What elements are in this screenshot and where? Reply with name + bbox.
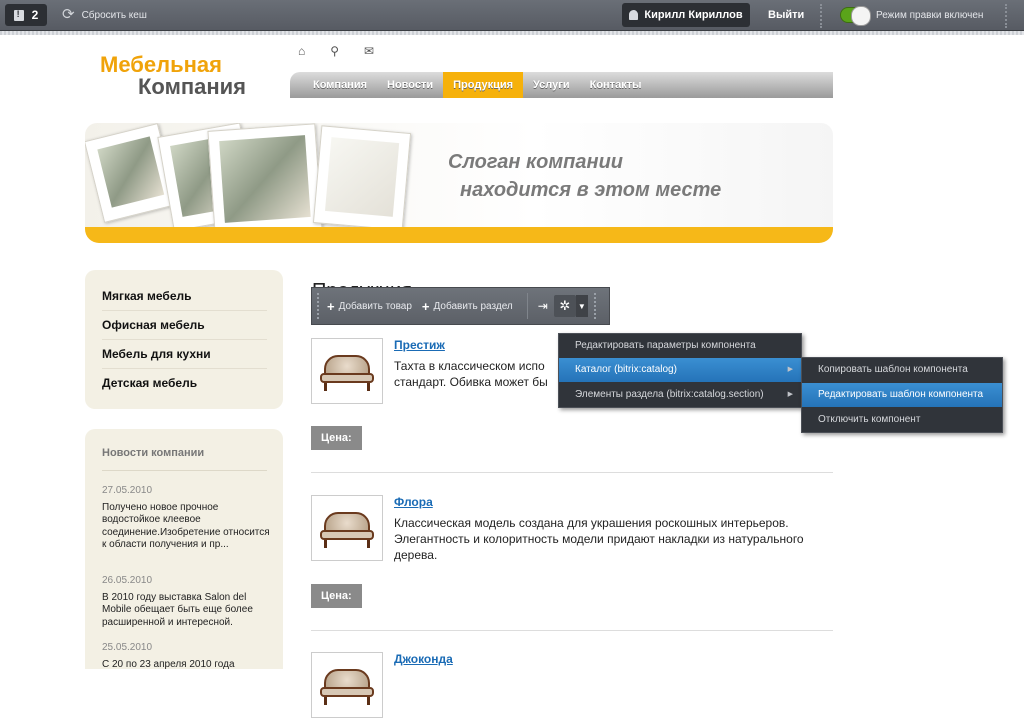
banner-photo xyxy=(312,125,412,231)
menu-item-label: Каталог (bitrix:catalog) xyxy=(575,364,677,375)
product-image[interactable] xyxy=(311,652,383,718)
nav-item-news[interactable]: Новости xyxy=(377,72,443,98)
product-description: Классическая модель создана для украшени… xyxy=(394,515,834,563)
plus-icon: + xyxy=(421,298,430,314)
slogan-line2: находится в этом месте xyxy=(460,179,722,201)
sofa-image xyxy=(318,351,376,391)
notification-icon xyxy=(13,9,24,21)
add-section-label: Добавить раздел xyxy=(433,300,513,312)
drag-handle[interactable] xyxy=(593,293,598,319)
user-icon xyxy=(629,10,639,20)
site-logo[interactable]: Мебельная Компания xyxy=(100,54,246,98)
product-name[interactable]: Флора xyxy=(394,495,433,509)
menu-item-section-elements[interactable]: Элементы раздела (bitrix:catalog.section… xyxy=(559,383,801,407)
news-block: Новости компании 27.05.2010 Получено нов… xyxy=(85,429,283,671)
divider xyxy=(1005,4,1007,28)
product-name[interactable]: Престиж xyxy=(394,338,445,352)
chevron-right-icon: ▶ xyxy=(787,366,793,373)
user-button[interactable]: Кирилл Кириллов xyxy=(622,3,750,27)
notifications-button[interactable]: 2 xyxy=(5,4,47,26)
nav-item-products[interactable]: Продукция xyxy=(443,72,524,98)
product-price: Цена: 10 999 руб. xyxy=(311,584,362,674)
nav-item-company[interactable]: Компания xyxy=(303,72,377,98)
menu-item-copy-template[interactable]: Копировать шаблон компонента xyxy=(802,358,1002,382)
admin-panel: 2 ⟳ Сбросить кеш Кирилл Кириллов Выйти Р… xyxy=(0,0,1024,35)
chevron-down-icon[interactable]: ▼ xyxy=(575,295,588,317)
news-date: 25.05.2010 xyxy=(102,642,153,653)
product-price: Цена: 9 999 руб. xyxy=(311,426,362,492)
sofa-image xyxy=(318,508,376,548)
clear-cache-label: Сбросить кеш xyxy=(81,9,147,21)
divider xyxy=(820,4,822,28)
add-item-button[interactable]: + Добавить товар xyxy=(327,299,412,314)
sidebar-item-soft-furniture[interactable]: Мягкая мебель xyxy=(102,289,192,303)
user-name: Кирилл Кириллов xyxy=(644,9,743,21)
chevron-right-icon: ▶ xyxy=(787,391,793,398)
refresh-icon: ⟳ xyxy=(62,6,75,23)
banner-slogan: Слоган компании находится в этом месте xyxy=(448,148,721,204)
header-icons: ⌂ ⚲ ✉ xyxy=(298,44,374,58)
news-text[interactable]: Получено новое прочное водостойкое клеев… xyxy=(102,502,272,551)
settings-icon[interactable]: ✲ xyxy=(553,295,576,317)
drag-handle[interactable] xyxy=(317,293,321,319)
menu-item-catalog[interactable]: Каталог (bitrix:catalog) ▶ xyxy=(559,358,801,382)
divider xyxy=(311,630,833,631)
top-navigation: Компания Новости Продукция Услуги Контак… xyxy=(290,72,833,98)
sofa-image xyxy=(318,665,376,705)
pin-icon[interactable]: ⇥ xyxy=(538,299,548,313)
logo-line1: Мебельная xyxy=(100,52,222,77)
divider xyxy=(102,470,267,471)
divider xyxy=(526,293,528,319)
sidebar-item-kitchen-furniture[interactable]: Мебель для кухни xyxy=(102,347,211,361)
plus-icon: + xyxy=(327,298,335,314)
product-desc-line: Классическая модель создана для украшени… xyxy=(394,516,789,530)
logo-line2: Компания xyxy=(138,74,247,99)
product-desc-line: дерева. xyxy=(394,548,438,562)
menu-item-edit-template[interactable]: Редактировать шаблон компонента xyxy=(802,383,1002,407)
edit-mode-label: Режим правки включен xyxy=(876,9,984,21)
home-icon[interactable]: ⌂ xyxy=(298,44,305,58)
add-item-label: Добавить товар xyxy=(338,300,412,312)
menu-item-label: Элементы раздела (bitrix:catalog.section… xyxy=(575,389,764,400)
toggle-switch[interactable] xyxy=(840,6,871,26)
logout-link[interactable]: Выйти xyxy=(768,9,804,21)
menu-item-edit-params[interactable]: Редактировать параметры компонента xyxy=(559,334,801,358)
clear-cache-button[interactable]: ⟳ Сбросить кеш xyxy=(62,6,147,23)
search-icon[interactable]: ⚲ xyxy=(330,44,339,58)
admin-bar-shadow xyxy=(0,31,1024,35)
banner-stripe xyxy=(85,227,833,243)
divider xyxy=(102,339,267,340)
mail-icon[interactable]: ✉ xyxy=(364,44,374,58)
news-title[interactable]: Новости компании xyxy=(102,447,204,459)
product-image[interactable] xyxy=(311,495,383,561)
banner-photo xyxy=(207,123,323,237)
news-date: 26.05.2010 xyxy=(102,575,153,586)
nav-item-contacts[interactable]: Контакты xyxy=(580,72,652,98)
news-text[interactable]: В 2010 году выставка Salon del Mobile об… xyxy=(102,592,272,629)
menu-item-disable-component[interactable]: Отключить компонент xyxy=(802,408,1002,432)
component-toolbar: + Добавить товар + Добавить раздел ⇥ ✲ ▼ xyxy=(311,287,610,325)
product-desc-line: Элегантность и колоритность модели прида… xyxy=(394,532,804,546)
notifications-count: 2 xyxy=(31,8,39,22)
divider xyxy=(311,472,833,473)
component-context-menu: Редактировать параметры компонента Катал… xyxy=(558,333,802,408)
product-image[interactable] xyxy=(311,338,383,404)
add-section-button[interactable]: + Добавить раздел xyxy=(422,299,513,314)
sidebar-menu: Мягкая мебель Офисная мебель Мебель для … xyxy=(85,270,283,409)
news-text[interactable]: С 20 по 23 апреля 2010 года xyxy=(102,659,272,671)
nav-item-services[interactable]: Услуги xyxy=(523,72,580,98)
divider xyxy=(102,368,267,369)
news-date: 27.05.2010 xyxy=(102,485,153,496)
edit-mode-toggle[interactable]: Режим правки включен xyxy=(840,6,984,26)
sidebar-item-office-furniture[interactable]: Офисная мебель xyxy=(102,318,205,332)
divider xyxy=(102,310,267,311)
slogan-line1: Слоган компании xyxy=(448,151,624,173)
sidebar-item-kids-furniture[interactable]: Детская мебель xyxy=(102,376,197,390)
component-submenu: Копировать шаблон компонента Редактирова… xyxy=(801,357,1003,433)
